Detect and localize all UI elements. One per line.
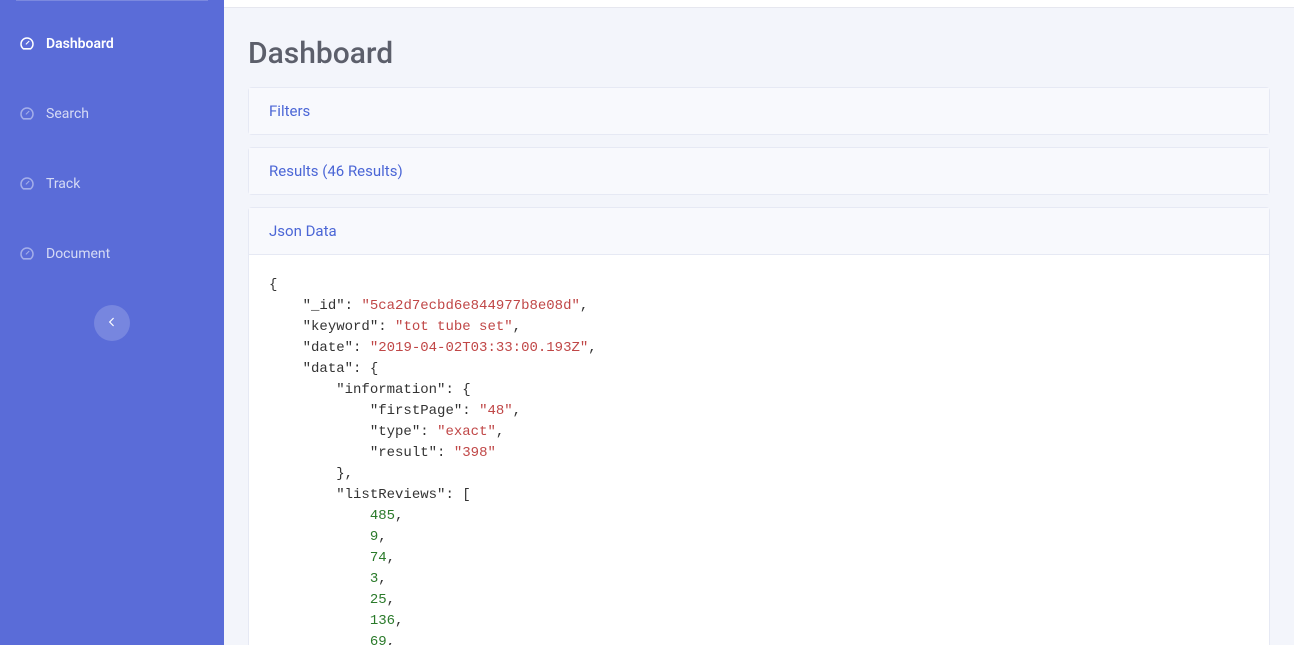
- chevron-left-icon: [105, 314, 119, 333]
- dashboard-icon: [18, 105, 36, 123]
- panel-json-body: { "_id": "5ca2d7ecbd6e844977b8e08d", "ke…: [249, 255, 1269, 645]
- sidebar-item-label: Document: [46, 246, 110, 262]
- sidebar-item-document[interactable]: Document: [0, 229, 224, 279]
- main-content: Dashboard Filters Results (46 Results) J…: [224, 0, 1294, 645]
- json-data-output: { "_id": "5ca2d7ecbd6e844977b8e08d", "ke…: [269, 275, 1249, 645]
- sidebar-divider: [16, 0, 208, 1]
- sidebar-item-label: Dashboard: [46, 36, 114, 52]
- dashboard-icon: [18, 175, 36, 193]
- panel-json-header[interactable]: Json Data: [249, 208, 1269, 255]
- sidebar-collapse-button[interactable]: [94, 305, 130, 341]
- dashboard-icon: [18, 35, 36, 53]
- sidebar-item-search[interactable]: Search: [0, 89, 224, 139]
- panel-results-header[interactable]: Results (46 Results): [249, 148, 1269, 194]
- panel-json-data: Json Data { "_id": "5ca2d7ecbd6e844977b8…: [248, 207, 1270, 645]
- topbar: [224, 0, 1294, 8]
- panel-filters: Filters: [248, 87, 1270, 135]
- sidebar-item-label: Search: [46, 106, 89, 122]
- panel-results: Results (46 Results): [248, 147, 1270, 195]
- sidebar-item-label: Track: [46, 176, 80, 192]
- dashboard-icon: [18, 245, 36, 263]
- page-title: Dashboard: [248, 36, 1270, 71]
- sidebar-item-track[interactable]: Track: [0, 159, 224, 209]
- panel-filters-header[interactable]: Filters: [249, 88, 1269, 134]
- sidebar-item-dashboard[interactable]: Dashboard: [0, 19, 224, 69]
- sidebar-nav: Dashboard Search Track Document: [0, 9, 224, 299]
- sidebar: Dashboard Search Track Document: [0, 0, 224, 645]
